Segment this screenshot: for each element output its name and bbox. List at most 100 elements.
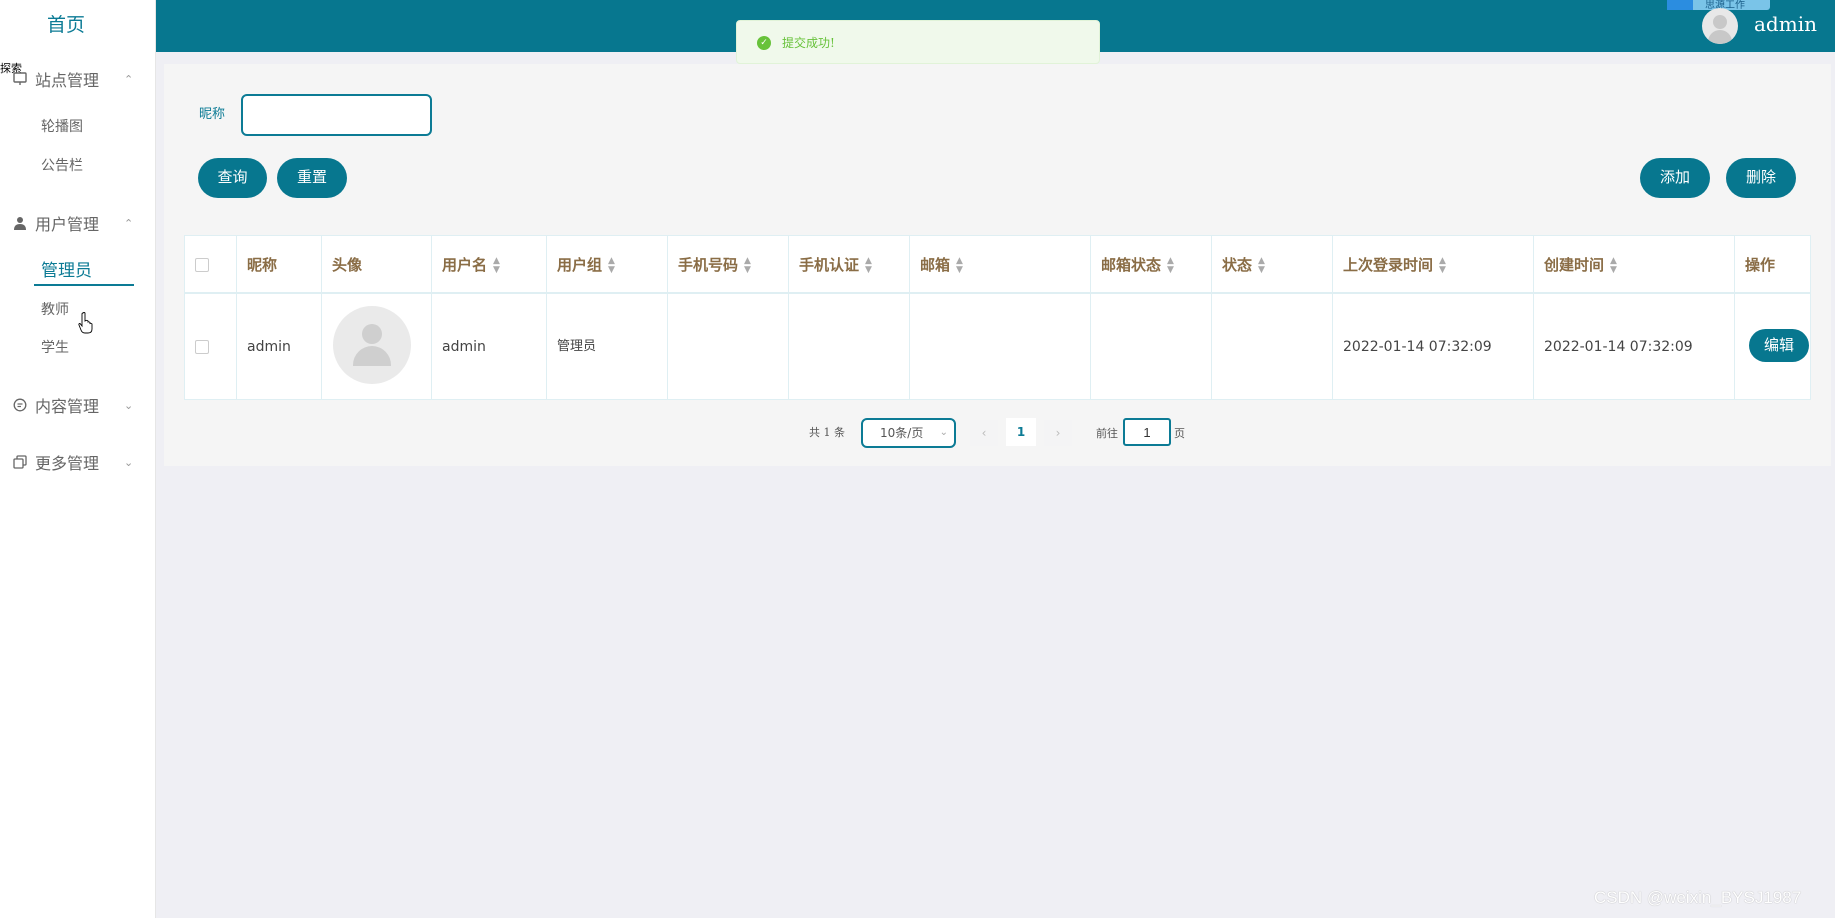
column-header[interactable]: 邮箱状态 ▲ ▼ — [1091, 236, 1212, 294]
sort-icon[interactable]: ▲ ▼ — [1610, 257, 1617, 275]
page-size-value: 10条/页 — [880, 426, 924, 440]
next-page-button[interactable]: › — [1044, 420, 1072, 446]
column-header-label: 用户名 — [442, 256, 488, 274]
menu-group-content[interactable]: 内容管理 ⌄ — [0, 389, 156, 421]
table-cell: admin — [237, 294, 322, 400]
column-header-label: 头像 — [332, 256, 363, 274]
table-cell: 2022-01-14 07:32:09 — [1534, 294, 1735, 400]
table-cell — [668, 294, 789, 400]
row-checkbox[interactable] — [195, 340, 209, 354]
sidebar-item-notice[interactable]: 公告栏 — [0, 151, 134, 181]
edit-button[interactable]: 编辑 — [1749, 329, 1809, 362]
menu-group-user[interactable]: 用户管理 ⌃ — [0, 207, 156, 239]
table-cell: 管理员 — [547, 294, 668, 400]
menu-group-label: 内容管理 — [35, 397, 100, 416]
toast-message: 提交成功! — [782, 36, 835, 50]
select-all-checkbox[interactable] — [195, 258, 209, 272]
default-avatar-icon — [333, 306, 411, 384]
page-number[interactable]: 1 — [1006, 418, 1036, 446]
page-suffix: 页 — [1174, 427, 1185, 440]
user-icon — [12, 216, 27, 231]
pagination-total: 共 1 条 — [809, 426, 845, 439]
chevron-down-icon: ⌄ — [124, 398, 134, 412]
table-cell — [789, 294, 910, 400]
chevron-left-icon: ‹ — [981, 426, 987, 440]
sort-icon[interactable]: ▲ ▼ — [493, 257, 500, 275]
nickname-search-input[interactable] — [241, 94, 432, 136]
column-header: 昵称 — [237, 236, 322, 294]
column-header-label: 操作 — [1745, 256, 1776, 274]
sidebar-item-carousel[interactable]: 轮播图 — [0, 112, 134, 142]
column-header-label: 创建时间 — [1544, 256, 1605, 274]
column-header[interactable]: 状态 ▲ ▼ — [1212, 236, 1333, 294]
home-link[interactable]: 首页 — [0, 10, 132, 37]
column-header[interactable]: 手机认证 ▲ ▼ — [789, 236, 910, 294]
avatar-body — [1708, 30, 1732, 44]
column-header[interactable]: 邮箱 ▲ ▼ — [910, 236, 1091, 294]
prev-page-button[interactable]: ‹ — [970, 420, 998, 446]
add-button[interactable]: 添加 — [1640, 158, 1710, 198]
column-header-label: 昵称 — [247, 256, 278, 274]
sidebar-item-admin[interactable]: 管理员 — [34, 256, 134, 286]
user-name[interactable]: admin — [1754, 12, 1817, 36]
column-header-label: 状态 — [1222, 256, 1253, 274]
table-cell — [910, 294, 1091, 400]
data-table: 昵称 头像 用户名 ▲ ▼ 用户组 ▲ ▼ 手机号码 ▲ ▼ 手机认证 ▲ ▼ 邮箱 ▲ ▼ 邮箱状… — [184, 235, 1811, 400]
sidebar-item-student[interactable]: 学生 — [0, 333, 134, 363]
column-header: 头像 — [322, 236, 432, 294]
sort-icon[interactable]: ▲ ▼ — [1167, 257, 1174, 275]
menu-group-site[interactable]: 站点管理 ⌃ — [0, 63, 156, 95]
success-toast: ✓ 提交成功! — [736, 20, 1100, 64]
chat-icon — [12, 398, 27, 413]
user-avatar[interactable] — [1702, 8, 1738, 44]
column-header[interactable]: 上次登录时间 ▲ ▼ — [1333, 236, 1534, 294]
column-header-label: 邮箱 — [920, 256, 951, 274]
row-select-cell — [185, 294, 237, 400]
avatar-body — [353, 346, 391, 366]
menu-group-label: 站点管理 — [35, 71, 100, 90]
check-circle-icon: ✓ — [757, 36, 771, 50]
column-header[interactable]: 手机号码 ▲ ▼ — [668, 236, 789, 294]
table-cell: 2022-01-14 07:32:09 — [1333, 294, 1534, 400]
table-cell: admin — [432, 294, 547, 400]
nickname-label: 昵称 — [199, 107, 226, 122]
column-header[interactable]: 用户名 ▲ ▼ — [432, 236, 547, 294]
chevron-up-icon: ⌃ — [124, 216, 134, 230]
goto-label: 前往 — [1096, 427, 1118, 440]
menu-group-label: 更多管理 — [35, 454, 100, 473]
sidebar: 首页 探索 站点管理 ⌃ 轮播图 公告栏 用户管理 ⌃ 管理员 教师 学生 内容… — [0, 0, 156, 918]
sort-icon[interactable]: ▲ ▼ — [956, 257, 963, 275]
column-header[interactable]: 用户组 ▲ ▼ — [547, 236, 668, 294]
sort-icon[interactable]: ▲ ▼ — [1258, 257, 1265, 275]
avatar-head — [1713, 15, 1727, 29]
delete-button[interactable]: 删除 — [1726, 158, 1796, 198]
table-cell — [1091, 294, 1212, 400]
hand-cursor-icon — [78, 312, 93, 334]
page-size-select[interactable]: 10条/页 ⌄ — [861, 418, 956, 448]
column-header[interactable]: 创建时间 ▲ ▼ — [1534, 236, 1735, 294]
menu-group-more[interactable]: 更多管理 ⌄ — [0, 446, 156, 478]
column-header-label: 用户组 — [557, 256, 603, 274]
sort-icon[interactable]: ▲ ▼ — [1439, 257, 1446, 275]
column-header-label: 邮箱状态 — [1101, 256, 1162, 274]
sidebar-item-teacher[interactable]: 教师 — [0, 295, 134, 325]
table-cell — [1212, 294, 1333, 400]
chevron-right-icon: › — [1055, 426, 1061, 440]
column-header-label: 上次登录时间 — [1343, 256, 1434, 274]
goto-page-input[interactable] — [1123, 418, 1171, 446]
chevron-up-icon: ⌃ — [124, 72, 134, 86]
sort-icon[interactable]: ▲ ▼ — [608, 257, 615, 275]
query-button[interactable]: 查询 — [198, 158, 267, 198]
menu-group-label: 用户管理 — [35, 215, 100, 234]
copy-icon — [12, 455, 27, 470]
chevron-down-icon: ⌄ — [939, 427, 948, 438]
column-header-label: 手机认证 — [799, 256, 860, 274]
chevron-down-icon: ⌄ — [124, 455, 134, 469]
monitor-icon — [12, 72, 27, 87]
sort-icon[interactable]: ▲ ▼ — [744, 257, 751, 275]
reset-button[interactable]: 重置 — [277, 158, 347, 198]
avatar-head — [362, 324, 382, 344]
watermark: CSDN @weixin_BYSJ1987 — [1594, 888, 1802, 907]
sort-icon[interactable]: ▲ ▼ — [865, 257, 872, 275]
select-all-header — [185, 236, 237, 294]
